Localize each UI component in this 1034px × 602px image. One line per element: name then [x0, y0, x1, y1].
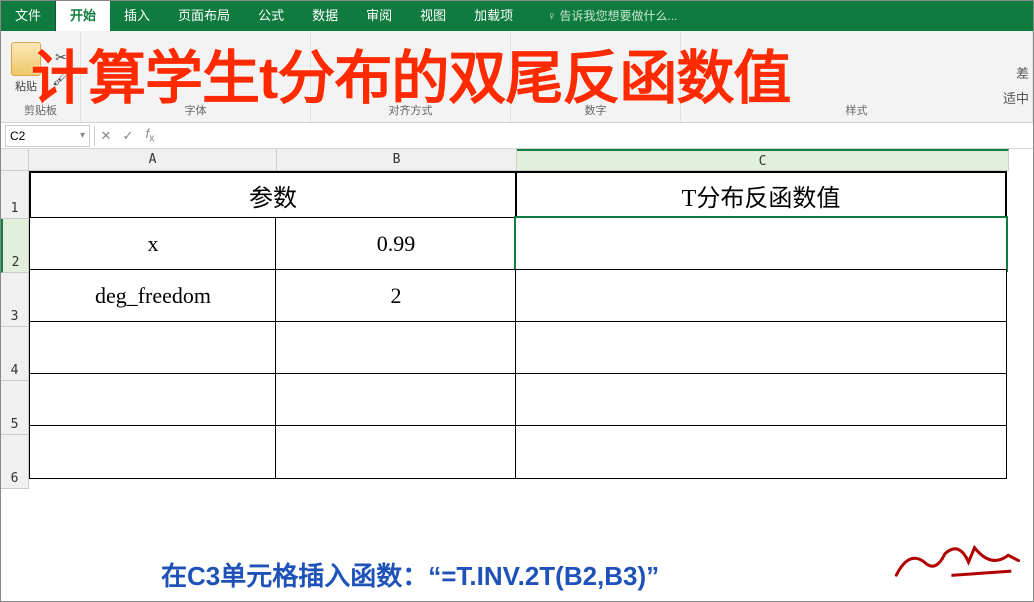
cell-C3[interactable]: [515, 269, 1007, 323]
tab-insert[interactable]: 插入: [110, 1, 164, 31]
row-header-2[interactable]: 2: [1, 219, 29, 273]
overlay-title: 计算学生t分布的双尾反函数值: [31, 31, 1023, 115]
signature-mark: [889, 537, 1023, 602]
cell-C1[interactable]: T分布反函数值: [515, 171, 1007, 219]
cell-A3[interactable]: deg_freedom: [29, 269, 277, 323]
cell-C6[interactable]: [515, 425, 1007, 479]
cell-B5[interactable]: [275, 373, 517, 427]
col-header-B[interactable]: B: [277, 149, 517, 171]
cell-C2[interactable]: [515, 217, 1007, 271]
row-header-1[interactable]: 1: [1, 171, 29, 219]
tab-home[interactable]: 开始: [56, 1, 110, 31]
select-all-corner[interactable]: [1, 149, 29, 171]
accept-formula-button[interactable]: ✓: [117, 128, 139, 144]
fx-button[interactable]: fx: [139, 126, 161, 145]
chevron-down-icon: ▾: [80, 130, 85, 141]
tell-me-search[interactable]: ♀ 告诉我您想要做什么...: [527, 1, 1033, 31]
cell-C4[interactable]: [515, 321, 1007, 375]
lightbulb-icon: ♀: [547, 9, 559, 23]
tab-file[interactable]: 文件: [1, 1, 56, 31]
tab-data[interactable]: 数据: [298, 1, 352, 31]
cell-B4[interactable]: [275, 321, 517, 375]
cell-B6[interactable]: [275, 425, 517, 479]
tab-review[interactable]: 审阅: [352, 1, 406, 31]
column-headers: A B C: [29, 149, 1009, 171]
name-box[interactable]: C2 ▾: [5, 125, 90, 147]
col-header-C[interactable]: C: [517, 149, 1009, 171]
cell-A4[interactable]: [29, 321, 277, 375]
search-hint-text: 告诉我您想要做什么...: [559, 9, 677, 23]
cell-A2[interactable]: x: [29, 217, 277, 271]
cell-C5[interactable]: [515, 373, 1007, 427]
tab-formulas[interactable]: 公式: [244, 1, 298, 31]
tab-page-layout[interactable]: 页面布局: [164, 1, 244, 31]
tab-view[interactable]: 视图: [406, 1, 460, 31]
cell-A1B1-merged[interactable]: 参数: [29, 171, 517, 219]
row-header-4[interactable]: 4: [1, 327, 29, 381]
cell-B2[interactable]: 0.99: [275, 217, 517, 271]
name-box-value: C2: [10, 129, 25, 143]
cell-A5[interactable]: [29, 373, 277, 427]
bottom-annotation: 在C3单元格插入函数：“=T.INV.2T(B2,B3)”: [161, 556, 659, 593]
row-headers: 1 2 3 4 5 6: [1, 171, 29, 489]
cell-B3[interactable]: 2: [275, 269, 517, 323]
formula-bar-row: C2 ▾ ✕ ✓ fx: [1, 123, 1033, 149]
cancel-formula-button[interactable]: ✕: [95, 128, 117, 144]
cell-A6[interactable]: [29, 425, 277, 479]
row-header-6[interactable]: 6: [1, 435, 29, 489]
tab-strip: 文件 开始 插入 页面布局 公式 数据 审阅 视图 加载项 ♀ 告诉我您想要做什…: [1, 1, 1033, 31]
row-header-3[interactable]: 3: [1, 273, 29, 327]
row-header-5[interactable]: 5: [1, 381, 29, 435]
grid-container: A B C 1 2 3 4 5 6 参数 T分布反函数值 x 0.99 deg_…: [1, 149, 1033, 489]
tab-addins[interactable]: 加载项: [460, 1, 527, 31]
col-header-A[interactable]: A: [29, 149, 277, 171]
formula-input[interactable]: [161, 125, 1033, 147]
